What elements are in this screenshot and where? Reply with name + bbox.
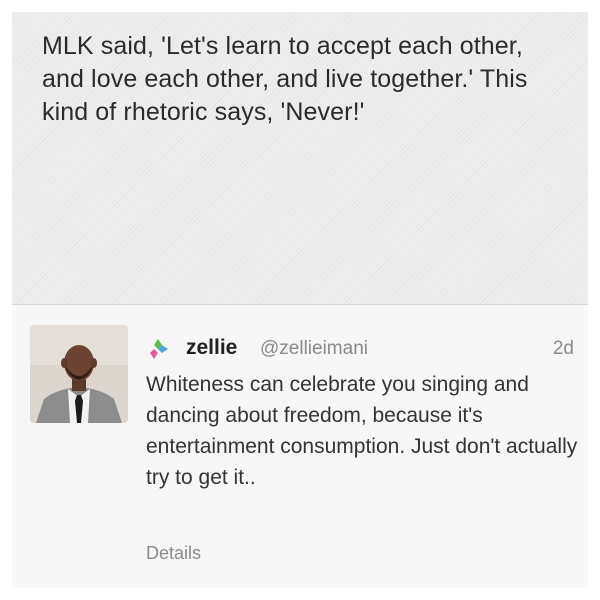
tweet-card[interactable]: zellie @zellieimani 2d Whiteness can cel… xyxy=(12,305,588,588)
user-avatar[interactable] xyxy=(30,325,128,423)
tweet-text: Whiteness can celebrate you singing and … xyxy=(146,373,578,489)
timestamp: 2d xyxy=(552,338,574,359)
avatar-person-icon xyxy=(30,325,128,423)
display-name[interactable]: zellie xyxy=(186,335,237,361)
multicolor-app-icon xyxy=(150,339,168,359)
tweet-header: zellie @zellieimani 2d xyxy=(146,335,574,365)
quote-text: MLK said, 'Let's learn to accept each ot… xyxy=(42,32,528,126)
user-handle[interactable]: @zellieimani xyxy=(260,336,368,362)
screenshot-frame: MLK said, 'Let's learn to accept each ot… xyxy=(12,12,588,588)
details-link[interactable]: Details xyxy=(146,541,201,565)
quote-panel: MLK said, 'Let's learn to accept each ot… xyxy=(12,12,588,304)
